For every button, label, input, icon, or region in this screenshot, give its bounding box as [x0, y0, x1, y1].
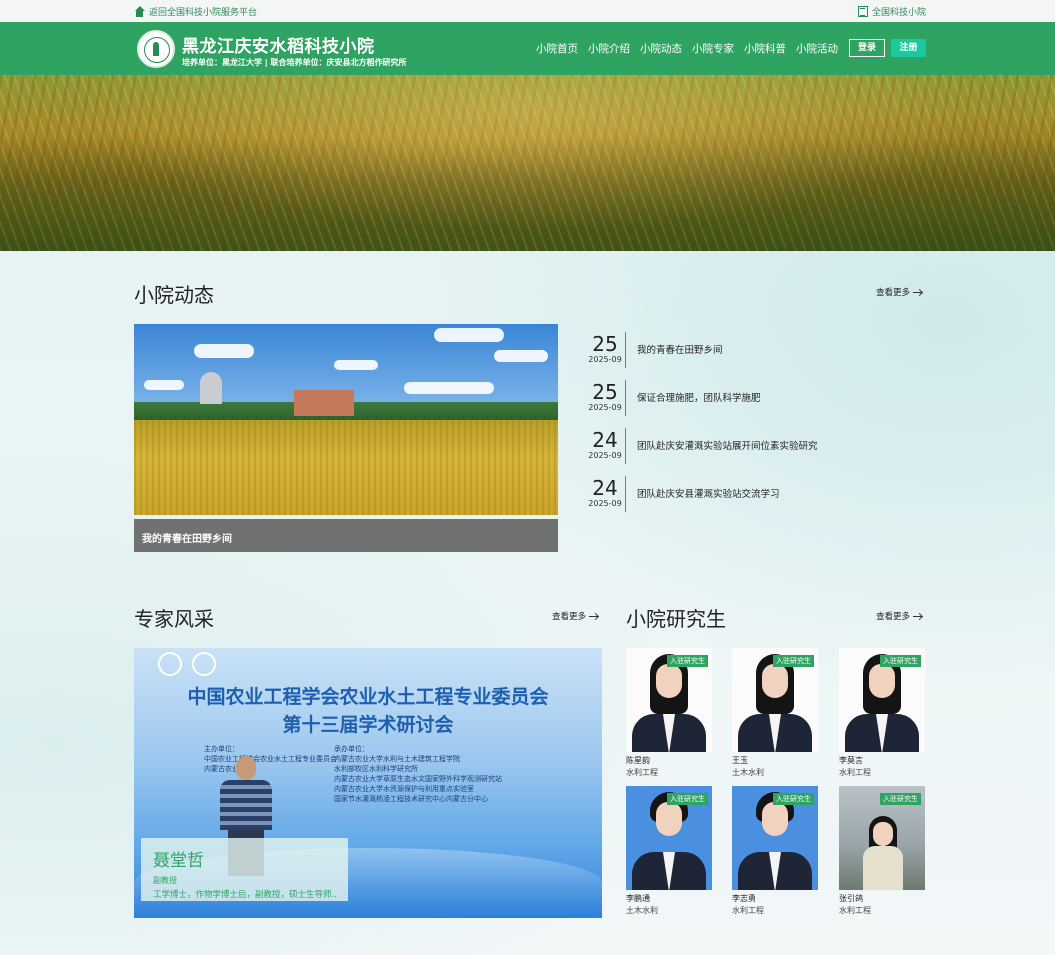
- student-name: 李志勇: [732, 894, 756, 903]
- news-day: 25: [592, 380, 618, 404]
- main-nav: 小院首页 小院介绍 小院动态 小院专家 小院科普 小院活动: [536, 41, 838, 56]
- student-photo: 入驻研究生: [839, 786, 925, 890]
- student-name: 王玉: [732, 756, 748, 765]
- expert-position: 副教授: [153, 876, 177, 885]
- news-year-month: 2025-09: [588, 451, 622, 460]
- news-divider: [625, 332, 626, 368]
- student-name: 陈星韵: [626, 756, 650, 765]
- site-header: 黑龙江庆安水稻科技小院 培养单位：黑龙江大学 | 联合培养单位：庆安县北方稻作研…: [0, 22, 1055, 75]
- news-divider: [625, 428, 626, 464]
- poster-heading-line1: 中国农业工程学会农业水土工程专业委员会: [187, 686, 549, 708]
- news-more-label: 查看更多: [876, 288, 911, 298]
- site-title: 黑龙江庆安水稻科技小院: [182, 37, 375, 57]
- poster-logo-icon: [158, 652, 182, 676]
- news-section-title: 小院动态: [134, 283, 214, 307]
- nav-activities[interactable]: 小院活动: [796, 41, 838, 56]
- student-name: 李莫言: [839, 756, 863, 765]
- student-name: 李鹏通: [626, 894, 650, 903]
- student-card[interactable]: 入驻研究生 张引鸽 水利工程: [839, 786, 925, 916]
- news-day: 25: [592, 332, 618, 356]
- student-card[interactable]: 入驻研究生 李莫言 水利工程: [839, 648, 925, 778]
- student-major: 水利工程: [839, 906, 871, 915]
- register-button[interactable]: 注册: [891, 39, 926, 57]
- news-item[interactable]: 25 2025-09 保证合理施肥，团队科学施肥: [585, 380, 930, 428]
- nav-science[interactable]: 小院科普: [744, 41, 786, 56]
- news-title[interactable]: 我的青春在田野乡间: [637, 342, 723, 356]
- student-photo: 入驻研究生: [626, 648, 712, 752]
- news-day: 24: [592, 428, 618, 452]
- student-photo: 入驻研究生: [626, 786, 712, 890]
- student-card[interactable]: 入驻研究生 王玉 土木水利: [732, 648, 818, 778]
- nav-news[interactable]: 小院动态: [640, 41, 682, 56]
- students-more-label: 查看更多: [876, 612, 911, 622]
- rice-field-banner: [0, 75, 1055, 251]
- news-divider: [625, 380, 626, 416]
- news-divider: [625, 476, 626, 512]
- student-name: 张引鸽: [839, 894, 863, 903]
- expert-description: 工学博士，作物学博士后，副教授，硕士生导师...: [153, 890, 336, 900]
- student-tag: 入驻研究生: [880, 655, 921, 667]
- student-photo: 入驻研究生: [839, 648, 925, 752]
- news-year-month: 2025-09: [588, 403, 622, 412]
- arrow-right-icon: [913, 615, 923, 617]
- building-icon: [857, 6, 868, 17]
- news-title[interactable]: 团队赴庆安灌溉实验站展开间位素实验研究: [637, 438, 818, 452]
- student-tag: 入驻研究生: [667, 655, 708, 667]
- news-item[interactable]: 24 2025-09 团队赴庆安灌溉实验站展开间位素实验研究: [585, 428, 930, 476]
- students-more-link[interactable]: 查看更多: [876, 610, 923, 622]
- news-item[interactable]: 24 2025-09 团队赴庆安县灌溉实验站交流学习: [585, 476, 930, 524]
- login-button[interactable]: 登录: [849, 39, 885, 57]
- experts-section-title: 专家风采: [134, 607, 214, 631]
- student-major: 土木水利: [626, 906, 658, 915]
- news-day: 24: [592, 476, 618, 500]
- student-card[interactable]: 入驻研究生 李鹏通 土木水利: [626, 786, 712, 916]
- site-logo[interactable]: [137, 30, 175, 68]
- top-strip: 返回全国科技小院服务平台 全国科技小院: [0, 0, 1055, 22]
- student-tag: 入驻研究生: [773, 793, 814, 805]
- back-to-platform-link[interactable]: 返回全国科技小院服务平台: [134, 5, 257, 18]
- expert-name: 聂堂哲: [153, 851, 204, 871]
- nav-intro[interactable]: 小院介绍: [588, 41, 630, 56]
- news-featured-caption[interactable]: 我的青春在田野乡间: [134, 519, 558, 552]
- student-tag: 入驻研究生: [880, 793, 921, 805]
- news-list: 25 2025-09 我的青春在田野乡间 25 2025-09 保证合理施肥，团…: [585, 332, 930, 524]
- student-card[interactable]: 入驻研究生 李志勇 水利工程: [732, 786, 818, 916]
- all-stations-link[interactable]: 全国科技小院: [857, 5, 926, 18]
- student-major: 水利工程: [839, 768, 871, 777]
- student-card[interactable]: 入驻研究生 陈星韵 水利工程: [626, 648, 712, 778]
- experts-more-link[interactable]: 查看更多: [552, 610, 599, 622]
- news-year-month: 2025-09: [588, 499, 622, 508]
- site-subtitle: 培养单位：黑龙江大学 | 联合培养单位：庆安县北方稻作研究所: [182, 58, 407, 67]
- news-title[interactable]: 保证合理施肥，团队科学施肥: [637, 390, 761, 404]
- student-photo: 入驻研究生: [732, 786, 818, 890]
- poster-hosts: 承办单位： 内蒙古农业大学水利与土木建筑工程学院 水利部牧区水利科学研究所 内蒙…: [334, 745, 502, 803]
- all-stations-label: 全国科技小院: [871, 8, 926, 18]
- arrow-right-icon: [913, 291, 923, 293]
- news-more-link[interactable]: 查看更多: [876, 286, 923, 298]
- news-featured-image[interactable]: [134, 324, 558, 515]
- poster-heading-line2: 第十三届学术研讨会: [282, 714, 454, 736]
- nav-experts[interactable]: 小院专家: [692, 41, 734, 56]
- student-tag: 入驻研究生: [667, 793, 708, 805]
- back-to-platform-label: 返回全国科技小院服务平台: [149, 8, 258, 18]
- nav-home[interactable]: 小院首页: [536, 41, 578, 56]
- news-year-month: 2025-09: [588, 355, 622, 364]
- student-major: 水利工程: [626, 768, 658, 777]
- news-title[interactable]: 团队赴庆安县灌溉实验站交流学习: [637, 486, 780, 500]
- student-major: 水利工程: [732, 906, 764, 915]
- student-tag: 入驻研究生: [773, 655, 814, 667]
- arrow-right-icon: [589, 615, 599, 617]
- student-photo: 入驻研究生: [732, 648, 818, 752]
- experts-more-label: 查看更多: [552, 612, 587, 622]
- news-item[interactable]: 25 2025-09 我的青春在田野乡间: [585, 332, 930, 380]
- expert-info-card[interactable]: 聂堂哲 副教授 工学博士，作物学博士后，副教授，硕士生导师...: [141, 838, 348, 901]
- students-section-title: 小院研究生: [626, 607, 726, 631]
- student-major: 土木水利: [732, 768, 764, 777]
- poster-logo-icon: [192, 652, 216, 676]
- home-icon: [134, 6, 145, 17]
